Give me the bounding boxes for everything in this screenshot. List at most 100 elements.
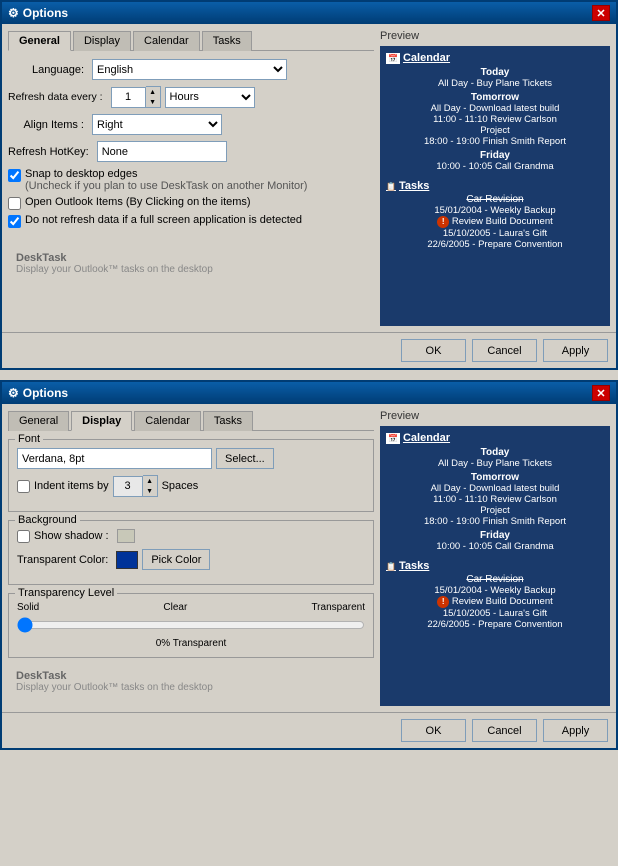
transparency-group: Transparency Level Solid Clear Transpare…: [8, 593, 374, 658]
window-content-1: General Display Calendar Tasks Language:…: [2, 24, 616, 332]
align-label: Align Items :: [8, 119, 88, 131]
preview-box-2: 📅 Calendar Today All Day - Buy Plane Tic…: [380, 426, 610, 706]
exclaim-icon-1: !: [437, 216, 449, 228]
cancel-button-1[interactable]: Cancel: [472, 339, 537, 362]
hours-select[interactable]: Hours: [165, 87, 255, 108]
refresh-input[interactable]: [111, 87, 146, 108]
checkbox1-label: Snap to desktop edges (Uncheck if you pl…: [25, 168, 307, 192]
font-display: Verdana, 8pt: [17, 448, 212, 469]
refresh-decrement[interactable]: ▼: [146, 97, 160, 107]
font-group-title: Font: [15, 433, 43, 445]
options-window-2: ⚙ Options ✕ General Display Calendar Tas…: [0, 380, 618, 750]
bg-group-title: Background: [15, 514, 80, 526]
preview-today-item-1: All Day - Buy Plane Tickets: [386, 78, 604, 89]
footer-title-1: DeskTask: [16, 252, 366, 264]
right-panel-1: Preview 📅 Calendar Today All Day - Buy P…: [380, 30, 610, 326]
preview-tasks-title-1: 📋 Tasks: [386, 180, 604, 192]
window-title-1: Options: [23, 6, 68, 20]
preview-tomorrow-1: Tomorrow: [386, 92, 604, 103]
transparency-slider[interactable]: [17, 615, 365, 635]
pick-color-button[interactable]: Pick Color: [142, 549, 210, 570]
shadow-row: Show shadow :: [17, 529, 365, 543]
indent-decrement[interactable]: ▼: [143, 486, 157, 496]
left-panel-2: General Display Calendar Tasks Font Verd…: [8, 410, 374, 706]
tab-tasks-1[interactable]: Tasks: [202, 31, 252, 51]
bottom-bar-1: OK Cancel Apply: [2, 332, 616, 368]
checkbox2-row: Open Outlook Items (By Clicking on the i…: [8, 196, 374, 210]
indent-unit: Spaces: [162, 480, 199, 492]
color-swatch: [116, 551, 138, 569]
indent-label: Indent items by: [34, 480, 109, 492]
preview-box-1: 📅 Calendar Today All Day - Buy Plane Tic…: [380, 46, 610, 326]
checkbox1[interactable]: [8, 169, 21, 182]
footer-sub-2: Display your Outlook™ tasks on the deskt…: [16, 682, 366, 693]
refresh-spinner-btns: ▲ ▼: [146, 86, 161, 108]
slider-value: 0% Transparent: [17, 638, 365, 649]
title-bar-text-1: ⚙ Options: [8, 6, 68, 20]
solid-label: Solid: [17, 602, 39, 613]
window-title-2: Options: [23, 386, 68, 400]
tab-calendar-2[interactable]: Calendar: [134, 411, 201, 431]
shadow-checkbox[interactable]: [17, 530, 30, 543]
clear-label: Clear: [163, 602, 187, 613]
align-row: Align Items : Right Left Center: [8, 114, 374, 135]
shadow-label: Show shadow :: [34, 530, 109, 542]
language-select[interactable]: English: [92, 59, 287, 80]
ok-button-2[interactable]: OK: [401, 719, 466, 742]
transparent-label: Transparent: [311, 602, 365, 613]
tab-general-2[interactable]: General: [8, 411, 69, 431]
tab-general-1[interactable]: General: [8, 31, 71, 51]
preview-label-1: Preview: [380, 30, 610, 42]
preview-tomorrow-2: Tomorrow: [386, 472, 604, 483]
tab-calendar-1[interactable]: Calendar: [133, 31, 200, 51]
close-button-1[interactable]: ✕: [592, 5, 610, 21]
title-bar-2: ⚙ Options ✕: [2, 382, 616, 404]
footer-1: DeskTask Display your Outlook™ tasks on …: [8, 248, 374, 281]
indent-row: Indent items by ▲ ▼ Spaces: [17, 475, 365, 497]
font-select-button[interactable]: Select...: [216, 448, 274, 469]
hotkey-row: Refresh HotKey:: [8, 141, 374, 162]
left-panel-1: General Display Calendar Tasks Language:…: [8, 30, 374, 326]
transparent-color-label: Transparent Color:: [17, 554, 108, 566]
indent-spinner-btns: ▲ ▼: [143, 475, 158, 497]
indent-input[interactable]: [113, 476, 143, 497]
tab-bar-1: General Display Calendar Tasks: [8, 30, 374, 51]
apply-button-2[interactable]: Apply: [543, 719, 608, 742]
preview-friday-2: Friday: [386, 530, 604, 541]
refresh-increment[interactable]: ▲: [146, 87, 160, 97]
preview-tasks-title-2: 📋 Tasks: [386, 560, 604, 572]
preview-label-2: Preview: [380, 410, 610, 422]
options-window-1: ⚙ Options ✕ General Display Calendar Tas…: [0, 0, 618, 370]
checkbox2[interactable]: [8, 197, 21, 210]
font-row: Verdana, 8pt Select...: [17, 448, 365, 469]
apply-button-1[interactable]: Apply: [543, 339, 608, 362]
bottom-bar-2: OK Cancel Apply: [2, 712, 616, 748]
color-row: Transparent Color: Pick Color: [17, 549, 365, 570]
preview-today-1: Today: [386, 67, 604, 78]
refresh-row: Refresh data every : ▲ ▼ Hours: [8, 86, 374, 108]
tab-display-2[interactable]: Display: [71, 411, 132, 431]
language-label: Language:: [8, 64, 88, 76]
checkbox3[interactable]: [8, 215, 21, 228]
cal-icon-2: 📅: [386, 433, 400, 444]
align-select[interactable]: Right Left Center: [92, 114, 222, 135]
window-icon-2: ⚙: [8, 386, 19, 400]
refresh-label: Refresh data every :: [8, 91, 107, 103]
window-content-2: General Display Calendar Tasks Font Verd…: [2, 404, 616, 712]
background-group: Background Show shadow : Transparent Col…: [8, 520, 374, 585]
language-row: Language: English: [8, 59, 374, 80]
close-button-2[interactable]: ✕: [592, 385, 610, 401]
indent-checkbox[interactable]: [17, 480, 30, 493]
tab-display-1[interactable]: Display: [73, 31, 131, 51]
slider-labels: Solid Clear Transparent: [17, 602, 365, 613]
hotkey-input[interactable]: [97, 141, 227, 162]
indent-increment[interactable]: ▲: [143, 476, 157, 486]
footer-title-2: DeskTask: [16, 670, 366, 682]
tab-tasks-2[interactable]: Tasks: [203, 411, 253, 431]
window-icon-1: ⚙: [8, 6, 19, 20]
hotkey-label: Refresh HotKey:: [8, 146, 93, 158]
cancel-button-2[interactable]: Cancel: [472, 719, 537, 742]
font-group: Font Verdana, 8pt Select... Indent items…: [8, 439, 374, 512]
title-bar-text-2: ⚙ Options: [8, 386, 68, 400]
ok-button-1[interactable]: OK: [401, 339, 466, 362]
